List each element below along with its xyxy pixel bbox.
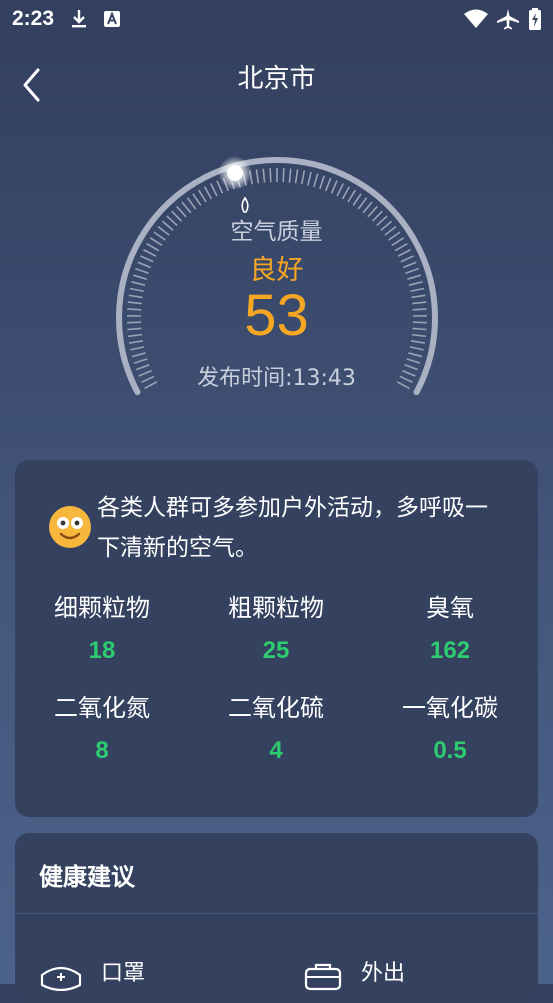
gauge-tick — [289, 169, 290, 183]
gauge-tick — [296, 169, 298, 183]
page-title: 北京市 — [0, 58, 553, 95]
air-advice-message: 各类人群可多参加户外活动，多呼吸一下清新的空气。 — [97, 488, 507, 568]
pollutant-so2: 二氧化硫 4 — [189, 688, 363, 765]
gauge-tick — [263, 169, 264, 183]
pollutant-value: 0.5 — [363, 737, 537, 765]
pollutant-name: 细颗粒物 — [15, 588, 189, 623]
pollutant-value: 25 — [189, 637, 363, 665]
pollutant-pm10: 粗颗粒物 25 — [189, 588, 363, 665]
status-time: 2:23 — [12, 7, 54, 31]
mask-icon — [39, 961, 83, 991]
gauge-tick — [358, 198, 366, 209]
publish-time: 发布时间:13:43 — [0, 360, 553, 392]
airplane-icon — [496, 8, 520, 30]
pollutant-name: 一氧化碳 — [363, 688, 537, 723]
gauge-tick — [353, 194, 361, 206]
divider — [15, 913, 538, 914]
pollutant-value: 4 — [189, 737, 363, 765]
gauge-tick — [193, 194, 201, 206]
air-quality-card: 各类人群可多参加户外活动，多呼吸一下清新的空气。 细颗粒物 18 粗颗粒物 25… — [15, 460, 538, 817]
status-bar: 2:23 — [0, 0, 553, 40]
gauge-pointer-icon — [242, 198, 248, 212]
aqi-value: 53 — [0, 282, 553, 350]
download-icon — [68, 8, 90, 30]
pollutant-o3: 臭氧 162 — [363, 588, 537, 665]
gauge-tick — [348, 190, 355, 202]
gauge-tick — [132, 353, 146, 357]
advice-item-mask[interactable]: 口罩 — [101, 955, 145, 987]
advice-item-outdoor[interactable]: 外出 — [361, 955, 405, 987]
gauge-tick — [187, 198, 195, 209]
gauge-tick — [326, 178, 331, 191]
gauge-tick — [211, 183, 217, 196]
smile-emoji-icon — [48, 505, 92, 549]
pollutant-name: 臭氧 — [363, 588, 537, 623]
pollutant-co: 一氧化碳 0.5 — [363, 688, 537, 765]
bag-icon — [303, 961, 343, 991]
gauge-tick — [337, 183, 343, 196]
gauge-tick — [314, 174, 318, 187]
gauge-tick — [270, 168, 271, 182]
gauge-tick — [308, 172, 311, 186]
pollutant-name: 粗颗粒物 — [189, 588, 363, 623]
pollutant-no2: 二氧化氮 8 — [15, 688, 189, 765]
gauge-tick — [343, 187, 350, 199]
battery-charging-icon — [528, 8, 542, 30]
gauge-tick — [256, 169, 258, 183]
gauge-tick — [408, 353, 422, 357]
top-bar: 北京市 — [0, 48, 553, 108]
health-advice-card: 健康建议 口罩 外出 — [15, 833, 538, 1003]
app-notification-icon — [102, 8, 122, 30]
pollutant-pm25: 细颗粒物 18 — [15, 588, 189, 665]
wifi-icon — [463, 8, 489, 30]
gauge-tick — [199, 190, 206, 202]
gauge-tick — [320, 176, 324, 189]
pollutant-value: 162 — [363, 637, 537, 665]
gauge-tick — [302, 171, 305, 185]
health-advice-title: 健康建议 — [39, 857, 135, 892]
gauge-tick — [331, 181, 337, 194]
pollutant-value: 8 — [15, 737, 189, 765]
gauge-tick — [283, 168, 284, 182]
pollutant-value: 18 — [15, 637, 189, 665]
pollutant-name: 二氧化氮 — [15, 688, 189, 723]
pollutant-name: 二氧化硫 — [189, 688, 363, 723]
gauge-label: 空气质量 — [0, 212, 553, 246]
gauge-tick — [205, 187, 212, 199]
